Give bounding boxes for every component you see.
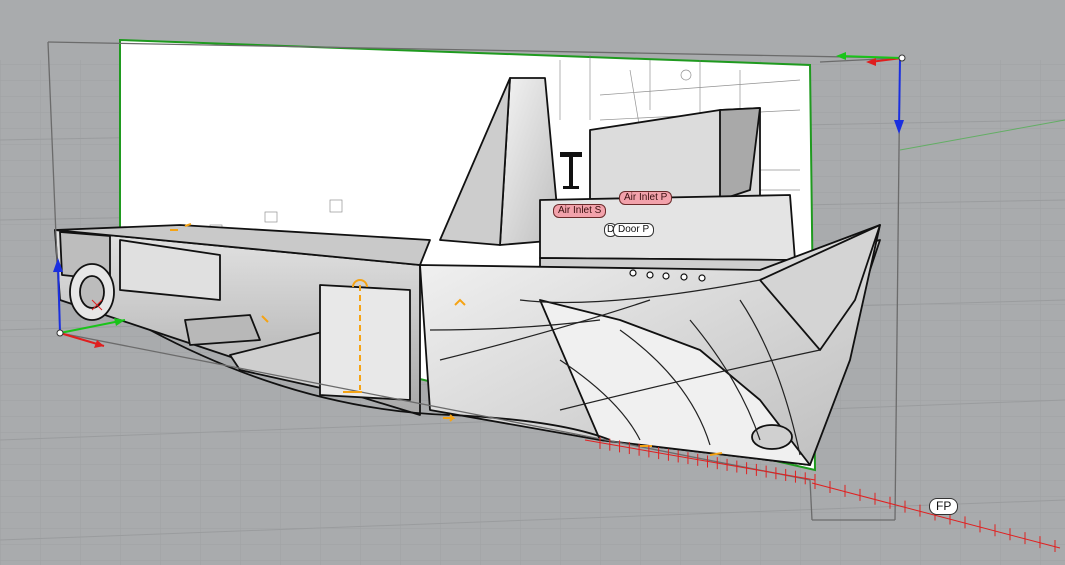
air-inlet-p-label[interactable]: Air Inlet P [619,191,673,205]
3d-viewport[interactable]: Air Inlet P Air Inlet S D Door P FP [0,0,1065,565]
air-inlet-s-label[interactable]: Air Inlet S [553,204,607,218]
door-p-label[interactable]: Door P [613,223,655,237]
fp-label[interactable]: FP [929,498,959,515]
ship-model-scene[interactable] [0,0,1065,565]
